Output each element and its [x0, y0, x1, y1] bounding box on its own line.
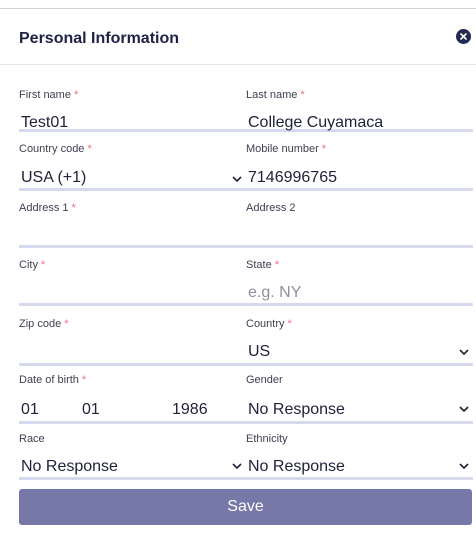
last-name-input[interactable]: College Cuyamaca: [248, 114, 383, 132]
ethnicity-field[interactable]: Ethnicity No Response: [246, 433, 472, 483]
top-border: [0, 8, 476, 9]
race-select[interactable]: No Response: [21, 458, 118, 476]
country-field[interactable]: Country * US: [246, 318, 472, 368]
zip-code-label: Zip code *: [19, 318, 69, 330]
address1-label: Address 1 *: [19, 202, 76, 214]
date-of-birth-label: Date of birth *: [19, 374, 87, 386]
country-select[interactable]: US: [248, 343, 270, 361]
address2-field[interactable]: Address 2: [246, 202, 472, 250]
modal-header: Personal Information: [19, 26, 179, 52]
chevron-down-icon[interactable]: [459, 463, 469, 471]
save-button[interactable]: Save: [19, 489, 472, 525]
first-name-label: First name *: [19, 89, 79, 101]
dob-day-input[interactable]: 01: [82, 401, 100, 419]
state-input[interactable]: e.g. NY: [248, 284, 301, 302]
dob-month-input[interactable]: 01: [21, 401, 39, 419]
chevron-down-icon[interactable]: [459, 406, 469, 414]
chevron-down-icon[interactable]: [232, 463, 242, 471]
mobile-number-input[interactable]: 7146996765: [248, 169, 337, 187]
city-label: City *: [19, 259, 46, 271]
state-field[interactable]: State * e.g. NY: [246, 259, 472, 309]
modal-title: Personal Information: [19, 30, 180, 47]
country-code-label: Country code *: [19, 143, 92, 155]
state-label: State *: [246, 259, 279, 271]
ethnicity-label: Ethnicity: [246, 433, 288, 445]
ethnicity-select[interactable]: No Response: [248, 458, 345, 476]
race-label: Race: [19, 433, 45, 445]
last-name-label: Last name *: [246, 89, 305, 101]
gender-select[interactable]: No Response: [248, 401, 345, 419]
mobile-number-field[interactable]: Mobile number * 7146996765: [246, 143, 472, 193]
dob-year-input[interactable]: 1986: [172, 401, 208, 419]
address2-label: Address 2: [246, 202, 296, 214]
country-label: Country *: [246, 318, 292, 330]
chevron-down-icon[interactable]: [459, 349, 469, 357]
header-divider: [0, 64, 476, 65]
country-code-select[interactable]: USA (+1): [21, 169, 86, 187]
mobile-number-label: Mobile number *: [246, 143, 327, 155]
gender-field[interactable]: Gender No Response: [246, 374, 472, 426]
chevron-down-icon[interactable]: [232, 176, 242, 184]
last-name-field[interactable]: Last name * College Cuyamaca: [246, 89, 472, 131]
close-icon[interactable]: [456, 29, 471, 44]
gender-label: Gender: [246, 374, 283, 386]
